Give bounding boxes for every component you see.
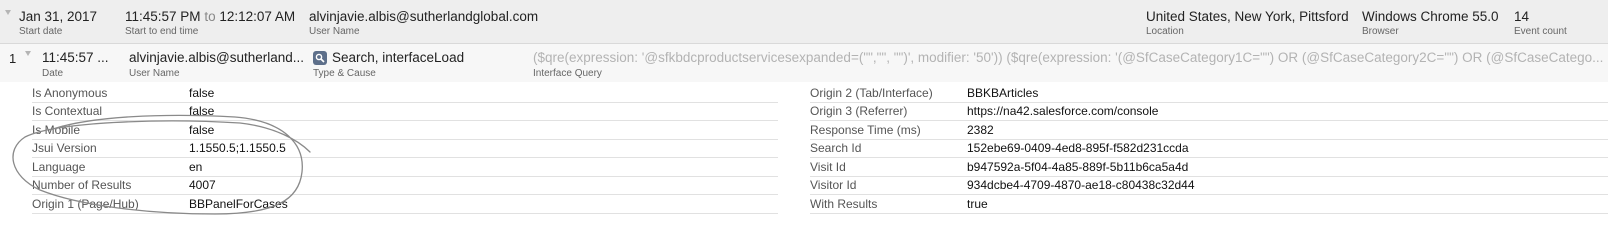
event-index: 1 xyxy=(9,51,17,66)
detail-value: 2382 xyxy=(967,123,994,137)
detail-key: Jsui Version xyxy=(32,141,97,155)
detail-key: Origin 2 (Tab/Interface) xyxy=(810,86,933,100)
detail-value: b947592a-5f04-4a85-889f-5b11b6ca5a4d xyxy=(967,160,1189,174)
session-user-name: alvinjavie.albis@sutherlandglobal.com xyxy=(309,9,539,24)
event-user-name: alvinjavie.albis@sutherland... xyxy=(129,50,305,65)
detail-key: With Results xyxy=(810,197,878,211)
detail-key: Number of Results xyxy=(32,178,132,192)
detail-key: Response Time (ms) xyxy=(810,123,921,137)
detail-value: 934dcbe4-4709-4870-ae18-c80438c32d44 xyxy=(967,178,1195,192)
detail-row: Jsui Version 1.1550.5;1.1550.5 xyxy=(32,139,778,158)
detail-key: Is Mobile xyxy=(32,123,81,137)
type-cause-label: Type & Cause xyxy=(313,68,376,79)
session-summary-row[interactable]: Jan 31, 2017 Start date 11:45:57 PM to 1… xyxy=(0,0,1608,44)
detail-key: Visit Id xyxy=(810,160,846,174)
detail-row: Is Contextual false xyxy=(32,102,778,121)
event-row[interactable]: 1 11:45:57 ... Date alvinjavie.albis@sut… xyxy=(0,44,1608,82)
detail-key: Origin 1 (Page/Hub) xyxy=(32,197,139,211)
location-label: Location xyxy=(1146,26,1184,37)
session-user-name-label: User Name xyxy=(309,26,360,37)
detail-row: Visit Id b947592a-5f04-4a85-889f-5b11b6c… xyxy=(810,158,1608,177)
start-date-label: Start date xyxy=(19,26,63,37)
detail-value: 152ebe69-0409-4ed8-895f-f582d231ccda xyxy=(967,141,1189,155)
event-date-value: 11:45:57 ... xyxy=(42,50,109,65)
type-cause-value: Search, interfaceLoad xyxy=(332,50,465,65)
expand-caret-icon[interactable] xyxy=(5,10,11,15)
time-range-value: 11:45:57 PM to 12:12:07 AM xyxy=(125,9,295,24)
detail-row: Number of Results 4007 xyxy=(32,176,778,195)
time-range-label: Start to end time xyxy=(125,26,199,37)
end-time: 12:12:07 AM xyxy=(219,9,296,24)
detail-value: BBPanelForCases xyxy=(189,197,288,211)
detail-row: Is Mobile false xyxy=(32,121,778,140)
detail-row: Language en xyxy=(32,158,778,177)
interface-query-value: ($qre(expression: '@sfkbdcproductservice… xyxy=(533,50,1604,65)
detail-key: Search Id xyxy=(810,141,862,155)
detail-key: Visitor Id xyxy=(810,178,857,192)
interface-query-label: Interface Query xyxy=(533,68,602,79)
detail-row: Origin 3 (Referrer) https://na42.salesfo… xyxy=(810,102,1608,121)
detail-value: 1.1550.5;1.1550.5 xyxy=(189,141,286,155)
detail-key: Language xyxy=(32,160,86,174)
event-user-name-label: User Name xyxy=(129,68,180,79)
detail-value: en xyxy=(189,160,203,174)
detail-row: Visitor Id 934dcbe4-4709-4870-ae18-c8043… xyxy=(810,176,1608,195)
detail-row: Is Anonymous false xyxy=(32,84,778,103)
start-date-value: Jan 31, 2017 xyxy=(19,9,98,24)
detail-value: true xyxy=(967,197,988,211)
browser-label: Browser xyxy=(1362,26,1399,37)
event-date-label: Date xyxy=(42,68,64,79)
search-icon xyxy=(313,51,327,65)
location-value: United States, New York, Pittsford xyxy=(1146,9,1349,24)
detail-value: false xyxy=(189,104,215,118)
detail-key: Is Anonymous xyxy=(32,86,108,100)
to-word: to xyxy=(204,9,216,24)
detail-value: BBKBArticles xyxy=(967,86,1039,100)
event-count-value: 14 xyxy=(1514,9,1530,24)
detail-value: false xyxy=(189,123,215,137)
detail-key: Origin 3 (Referrer) xyxy=(810,104,908,118)
event-count-label: Event count xyxy=(1514,26,1567,37)
detail-row: Origin 1 (Page/Hub) BBPanelForCases xyxy=(32,195,778,214)
detail-row: Origin 2 (Tab/Interface) BBKBArticles xyxy=(810,84,1608,103)
detail-key: Is Contextual xyxy=(32,104,103,118)
detail-row: Search Id 152ebe69-0409-4ed8-895f-f582d2… xyxy=(810,139,1608,158)
detail-value: 4007 xyxy=(189,178,216,192)
detail-value: https://na42.salesforce.com/console xyxy=(967,104,1159,118)
detail-row: Response Time (ms) 2382 xyxy=(810,121,1608,140)
detail-value: false xyxy=(189,86,215,100)
browser-value: Windows Chrome 55.0 xyxy=(1362,9,1499,24)
event-expand-caret-icon[interactable] xyxy=(25,51,31,56)
detail-row: With Results true xyxy=(810,195,1608,214)
start-time: 11:45:57 PM xyxy=(125,9,201,24)
